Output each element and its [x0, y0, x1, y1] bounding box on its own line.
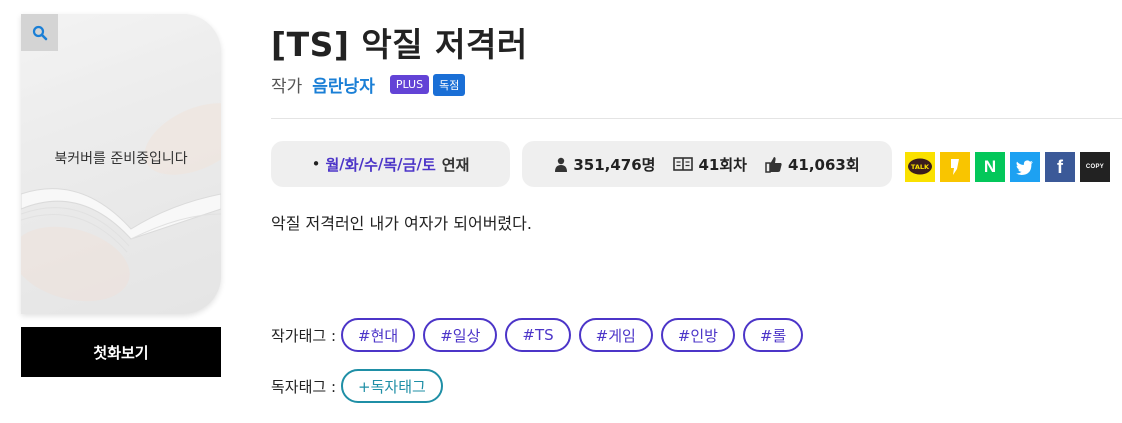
author-tag[interactable]: #TS — [505, 318, 571, 352]
thumbs-up-icon — [765, 156, 782, 173]
author-tag[interactable]: #인방 — [660, 318, 735, 352]
schedule-day: 화 — [344, 155, 359, 174]
reader-tags-label: 독자태그 : — [271, 377, 337, 396]
schedule-day: 목 — [383, 155, 398, 174]
schedule-day: 토 — [421, 155, 436, 174]
add-reader-tag-button[interactable]: +독자태그 — [341, 369, 443, 403]
search-icon — [32, 25, 47, 40]
book-cover: 북커버를 준비중입니다 — [21, 14, 221, 314]
episodes-count: 41회차 — [698, 155, 747, 174]
stats-pill: 351,476명 41회차 41,063회 — [522, 141, 892, 187]
exclusive-badge: 독점 — [433, 73, 466, 96]
schedule-day: 수 — [364, 155, 378, 174]
kakaostory-icon — [951, 159, 959, 175]
kakaostory-share-button[interactable] — [940, 152, 970, 182]
twitter-share-button[interactable] — [1010, 152, 1040, 182]
svg-text:TALK: TALK — [911, 163, 930, 171]
divider — [271, 118, 1122, 119]
episodes-stat: 41회차 — [673, 154, 747, 175]
share-buttons: TALK N f COPY — [905, 152, 1110, 182]
cover-placeholder-text: 북커버를 준비중입니다 — [54, 151, 188, 167]
author-tag[interactable]: #롤 — [742, 318, 804, 352]
copy-icon: COPY — [1085, 164, 1105, 170]
schedule-suffix: 연재 — [441, 155, 470, 174]
work-description: 악질 저격러인 내가 여자가 되어버렸다. — [271, 214, 532, 233]
facebook-share-button[interactable]: f — [1045, 152, 1075, 182]
episodes-book-icon — [673, 157, 694, 171]
author-row: 작가 음란낭자 PLUS 독점 — [271, 72, 469, 97]
copy-link-button[interactable]: COPY — [1080, 152, 1110, 182]
author-tag[interactable]: #현대 — [341, 318, 416, 352]
author-label: 작가 — [271, 77, 303, 97]
views-count: 351,476명 — [573, 155, 656, 174]
author-tags-label: 작가태그 : — [271, 326, 337, 345]
schedule-day: 월 — [325, 155, 340, 174]
author-tag[interactable]: #일상 — [423, 318, 498, 352]
schedule-day: 금 — [402, 155, 417, 174]
facebook-icon: f — [1057, 156, 1063, 177]
kakaotalk-share-button[interactable]: TALK — [905, 152, 935, 182]
views-stat: 351,476명 — [554, 154, 655, 175]
author-tag[interactable]: #게임 — [578, 318, 653, 352]
twitter-icon — [1016, 159, 1033, 175]
person-icon — [555, 157, 568, 172]
naver-icon: N — [983, 157, 997, 176]
first-episode-button[interactable]: 첫화보기 — [21, 327, 221, 377]
reader-tags-row: 독자태그 : +독자태그 — [271, 369, 451, 403]
author-tags-row: 작가태그 : #현대 #일상 #TS #게임 #인방 #롤 — [271, 318, 811, 352]
schedule-bullet: • — [311, 155, 321, 173]
likes-stat: 41,063회 — [765, 154, 860, 175]
schedule-pill: • 월 / 화 / 수 / 목 / 금 / 토 연재 — [271, 141, 510, 187]
plus-badge: PLUS — [389, 75, 430, 94]
naver-share-button[interactable]: N — [975, 152, 1005, 182]
cover-zoom-button[interactable] — [21, 14, 58, 51]
likes-count: 41,063회 — [787, 155, 860, 174]
kakaotalk-icon: TALK — [908, 158, 932, 175]
author-name-link[interactable]: 음란낭자 — [312, 72, 375, 97]
work-title: [TS] 악질 저격러 — [271, 25, 528, 64]
